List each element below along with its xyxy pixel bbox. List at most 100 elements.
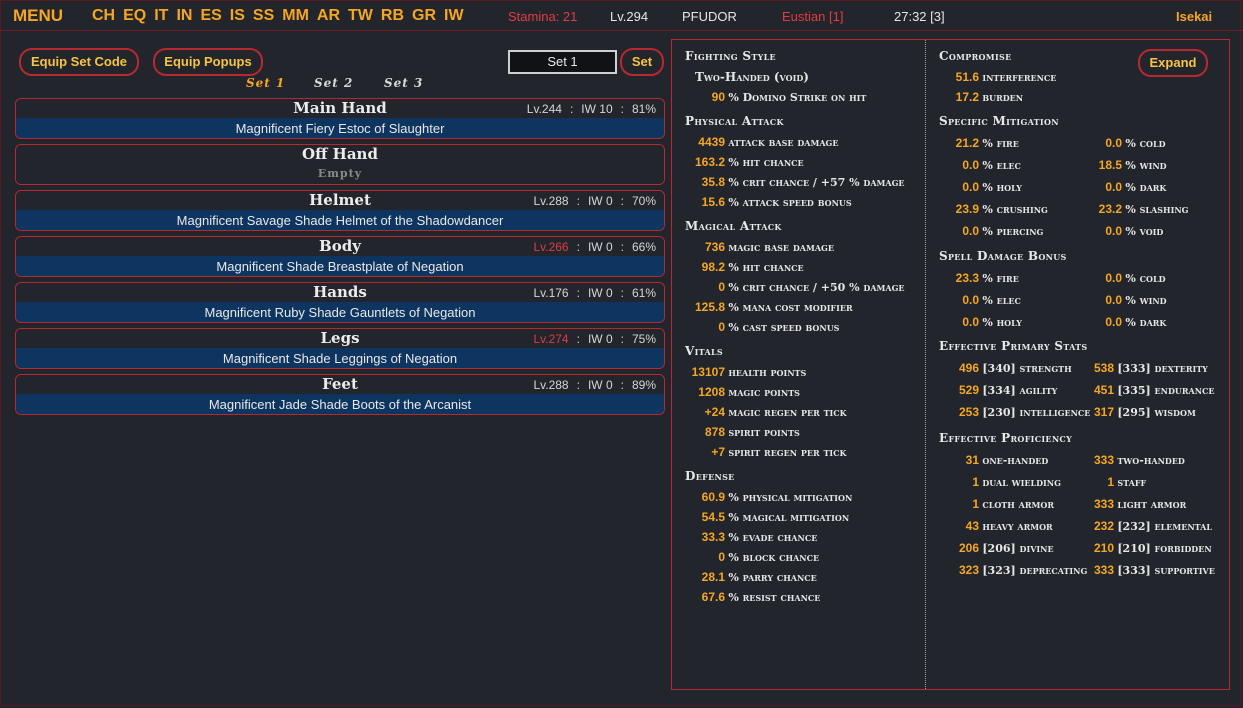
stat-value: 125.8 bbox=[694, 300, 725, 314]
stat-value: 43 bbox=[965, 519, 979, 533]
slot-item-name[interactable]: Magnificent Shade Leggings of Negation bbox=[16, 348, 664, 368]
stat-label: % holy bbox=[982, 181, 1022, 194]
stat-label: % elec bbox=[982, 159, 1021, 172]
stat-value: 0 bbox=[718, 320, 725, 334]
stat-value: 736 bbox=[704, 240, 725, 254]
separator: : bbox=[576, 240, 580, 254]
stat-value: 35.8 bbox=[701, 175, 725, 189]
stat-row: 31 one-handed bbox=[939, 453, 1094, 468]
stat-row: 0.0 % cold bbox=[1094, 136, 1227, 151]
stat-row: 0.0 % wind bbox=[1094, 293, 1227, 308]
slot-item-name[interactable]: Magnificent Jade Shade Boots of the Arca… bbox=[16, 394, 664, 414]
tab-set-3[interactable]: Set 3 bbox=[384, 76, 423, 90]
stat-label: magic points bbox=[728, 386, 800, 399]
slot-item-name[interactable]: Magnificent Savage Shade Helmet of the S… bbox=[16, 210, 664, 230]
slot-meta: Lv.274: IW 0:75% bbox=[533, 332, 656, 346]
physical-attack-header: Physical Attack bbox=[685, 114, 784, 128]
nav-link-ar[interactable]: AR bbox=[317, 7, 340, 25]
slot-header: Feet Lv.288: IW 0:89% bbox=[16, 375, 664, 394]
nav-link-ch[interactable]: CH bbox=[92, 7, 115, 25]
stat-row: 1 dual wielding bbox=[939, 475, 1094, 490]
slot-header: Legs Lv.274: IW 0:75% bbox=[16, 329, 664, 348]
set-button[interactable]: Set bbox=[620, 48, 664, 76]
nav-link-eq[interactable]: EQ bbox=[123, 7, 146, 25]
slot-header: Helmet Lv.288: IW 0:70% bbox=[16, 191, 664, 210]
slot-item-name[interactable]: Magnificent Fiery Estoc of Slaughter bbox=[16, 118, 664, 138]
stat-value: 317 bbox=[1093, 405, 1114, 419]
menu-button[interactable]: MENU bbox=[13, 6, 63, 26]
tab-set-2[interactable]: Set 2 bbox=[314, 76, 353, 90]
stat-label: % cold bbox=[1125, 272, 1166, 285]
stat-row: 323 [323] deprecating bbox=[939, 563, 1094, 578]
stat-label: % magical mitigation bbox=[728, 511, 850, 524]
nav-link-mm[interactable]: MM bbox=[282, 7, 309, 25]
slot-iw: IW 10 bbox=[581, 102, 613, 116]
stat-row: 21.2 % fire bbox=[939, 136, 1102, 151]
tab-set-1[interactable]: Set 1 bbox=[246, 76, 285, 90]
nav-link-rb[interactable]: RB bbox=[381, 7, 404, 25]
slot-item-name[interactable]: Empty bbox=[16, 164, 664, 184]
fighting-style-header: Fighting Style bbox=[685, 49, 776, 63]
nav-link-gr[interactable]: GR bbox=[412, 7, 436, 25]
stat-value: 333 bbox=[1093, 453, 1114, 467]
proficiency-header: Effective Proficiency bbox=[939, 431, 1073, 445]
stat-row: 17.2 burden bbox=[939, 90, 1023, 105]
nav-link-es[interactable]: ES bbox=[200, 7, 221, 25]
stat-label: % physical mitigation bbox=[728, 491, 853, 504]
stat-value: 323 bbox=[958, 563, 979, 577]
nav-link-it[interactable]: IT bbox=[154, 7, 168, 25]
set-name-input[interactable] bbox=[508, 50, 617, 74]
equip-set-code-button[interactable]: Equip Set Code bbox=[19, 48, 139, 76]
stat-value: 333 bbox=[1093, 497, 1114, 511]
stat-label: heavy armor bbox=[982, 520, 1053, 533]
magical-attack-header: Magical Attack bbox=[685, 219, 782, 233]
stat-label: % hit chance bbox=[728, 261, 804, 274]
slot-iw: IW 0 bbox=[587, 378, 613, 392]
stat-label: % parry chance bbox=[728, 571, 817, 584]
stat-row: 51.6 interference bbox=[939, 70, 1057, 85]
stat-label: [206] divine bbox=[982, 542, 1054, 555]
slot-item-name[interactable]: Magnificent Shade Breastplate of Negatio… bbox=[16, 256, 664, 276]
slot-header: Body Lv.266: IW 0:66% bbox=[16, 237, 664, 256]
stat-row: 4439 attack base damage bbox=[685, 135, 925, 150]
slot-level: Lv.288 bbox=[533, 194, 569, 208]
slot-iw: IW 0 bbox=[587, 332, 613, 346]
stat-value: 0.0 bbox=[1105, 271, 1122, 285]
stat-label: % elec bbox=[982, 294, 1021, 307]
nav-link-is[interactable]: IS bbox=[230, 7, 245, 25]
slot-header: Off Hand bbox=[16, 145, 664, 164]
stat-value: 33.3 bbox=[701, 530, 725, 544]
nav-link-tw[interactable]: TW bbox=[348, 7, 373, 25]
stat-label: spirit regen per tick bbox=[728, 446, 847, 459]
stat-row: 43 heavy armor bbox=[939, 519, 1094, 534]
stat-row: 317 [295] wisdom bbox=[1086, 405, 1227, 420]
eustian-readout[interactable]: Eustian [1] bbox=[782, 9, 843, 24]
stat-label: % crit chance / +57 % damage bbox=[728, 176, 905, 189]
slot-meta: Lv.266: IW 0:66% bbox=[533, 240, 656, 254]
time-readout: 27:32 [3] bbox=[894, 9, 945, 24]
nav-link-iw[interactable]: IW bbox=[444, 7, 464, 25]
stat-label: magic regen per tick bbox=[728, 406, 847, 419]
stat-label: one-handed bbox=[982, 454, 1049, 467]
equip-popups-button[interactable]: Equip Popups bbox=[153, 48, 263, 76]
stat-row: 0.0 % holy bbox=[939, 315, 1102, 330]
nav-link-ss[interactable]: SS bbox=[253, 7, 274, 25]
separator: : bbox=[620, 240, 624, 254]
stat-value: 13107 bbox=[691, 365, 725, 379]
level-readout: Lv.294 bbox=[610, 9, 649, 24]
nav-link-in[interactable]: IN bbox=[176, 7, 192, 25]
stat-label: % hit chance bbox=[728, 156, 804, 169]
stat-row: 878 spirit points bbox=[685, 425, 925, 440]
expand-button[interactable]: Expand bbox=[1138, 49, 1208, 77]
stat-label: % cold bbox=[1125, 137, 1166, 150]
slot-item-name[interactable]: Magnificent Ruby Shade Gauntlets of Nega… bbox=[16, 302, 664, 322]
stat-value: 15.6 bbox=[701, 195, 725, 209]
stat-value: 17.2 bbox=[955, 90, 979, 104]
stat-row: +24 magic regen per tick bbox=[685, 405, 925, 420]
stat-label: [334] agility bbox=[982, 384, 1058, 397]
stat-value: 878 bbox=[704, 425, 725, 439]
stat-label: [335] endurance bbox=[1117, 384, 1215, 397]
stat-row: 0 % crit chance / +50 % damage bbox=[685, 280, 925, 295]
spell-damage-header: Spell Damage Bonus bbox=[939, 249, 1067, 263]
stat-value: 451 bbox=[1093, 383, 1114, 397]
